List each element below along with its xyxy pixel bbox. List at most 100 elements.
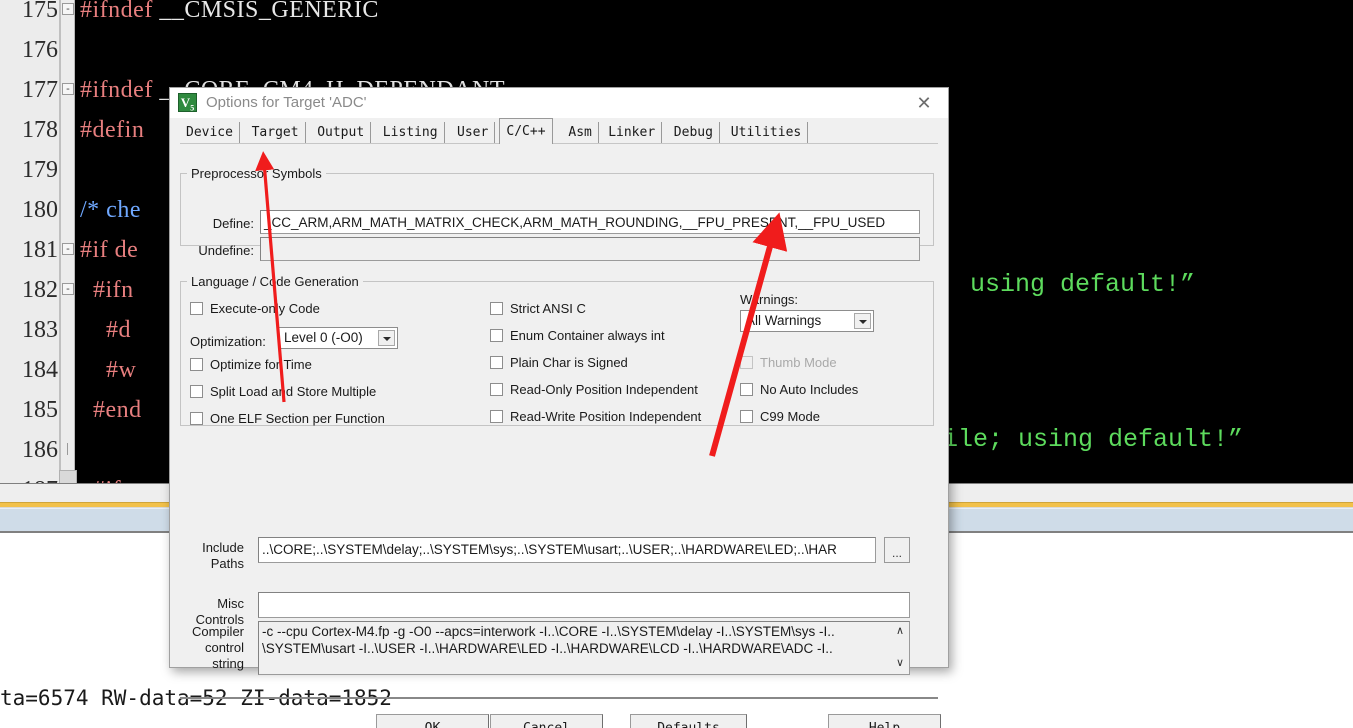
code-token: #end: [80, 397, 142, 423]
language-checkbox-one-elf-section-per-function[interactable]: [190, 412, 203, 425]
language-checkbox-read-write-position-independent[interactable]: [490, 410, 503, 423]
defaults-button[interactable]: Defaults: [630, 714, 747, 728]
optimization-select[interactable]: Level 0 (-O0): [278, 327, 398, 349]
tab-label: Asm: [568, 125, 592, 140]
screen: 175- #ifndef __CMSIS_GENERIC 176 177- #ifnde…: [0, 0, 1353, 728]
tab-label: Target: [251, 125, 299, 140]
dialog-title: Options for Target 'ADC': [206, 94, 367, 111]
tab-label: Debug: [673, 125, 713, 140]
tab-strip: Device Target Output Listing User C/C++ Asm Lin…: [170, 118, 948, 144]
uvision-app-icon: V5: [178, 93, 197, 113]
tab-debug[interactable]: Debug: [668, 122, 720, 144]
language-checkbox-label: One ELF Section per Function: [210, 411, 385, 426]
language-checkbox-optimize-for-time[interactable]: [190, 358, 203, 371]
compiler-control-line1: -c --cpu Cortex-M4.fp -g -O0 --apcs=inte…: [262, 624, 835, 639]
warnings-value: All Warnings: [746, 313, 822, 328]
misc-controls-input[interactable]: [258, 592, 910, 618]
help-button[interactable]: Help: [828, 714, 941, 728]
language-checkbox-split-load-and-store-multiple[interactable]: [190, 385, 203, 398]
language-checkbox-no-auto-includes[interactable]: [740, 383, 753, 396]
language-checkbox-label: Read-Only Position Independent: [510, 382, 698, 397]
tab-user[interactable]: User: [451, 122, 496, 144]
fold-collapse-icon[interactable]: -: [62, 3, 74, 15]
ok-button[interactable]: OK: [376, 714, 489, 728]
chevron-down-icon[interactable]: [854, 313, 871, 329]
cancel-button[interactable]: Cancel: [490, 714, 603, 728]
tab-output[interactable]: Output: [311, 122, 372, 144]
tab-label: Output: [317, 125, 365, 140]
line-number: 182: [22, 277, 58, 303]
fold-collapse-icon[interactable]: -: [62, 243, 74, 255]
code-token: #defin: [80, 117, 145, 143]
line-number: 186: [22, 437, 58, 463]
preprocessor-symbols-group: Preprocessor Symbols: [180, 166, 934, 246]
language-checkbox-label: Strict ANSI C: [510, 301, 586, 316]
code-line: #ifndef __CMSIS_GENERIC: [80, 0, 379, 30]
misc-controls-label-line1: Misc: [217, 596, 244, 611]
language-checkbox-label: Enum Container always int: [510, 328, 665, 343]
code-token: #ifndef: [80, 0, 160, 23]
language-checkbox-strict-ansi-c[interactable]: [490, 302, 503, 315]
code-line: #d: [80, 310, 131, 350]
editor-hscrollbar[interactable]: [59, 470, 77, 484]
include-paths-input[interactable]: ..\CORE;..\SYSTEM\delay;..\SYSTEM\sys;..…: [258, 537, 876, 563]
language-checkbox-enum-container-always-int[interactable]: [490, 329, 503, 342]
language-checkbox-label: Read-Write Position Independent: [510, 409, 702, 424]
tab-target[interactable]: Target: [246, 122, 306, 144]
fold-end-tick: [67, 443, 68, 455]
undefine-input[interactable]: [260, 237, 920, 261]
language-checkbox-label: Plain Char is Signed: [510, 355, 628, 370]
tab-c-c-[interactable]: C/C++: [499, 118, 553, 144]
compiler-scroll-up-icon[interactable]: ∧: [892, 624, 908, 637]
language-checkbox-label: Execute-only Code: [210, 301, 320, 316]
line-number: 180: [22, 197, 58, 223]
language-checkbox-plain-char-is-signed[interactable]: [490, 356, 503, 369]
options-dialog: V5 Options for Target 'ADC' ✕ Device Targ…: [169, 87, 949, 728]
compiler-control-label-line2: control: [204, 640, 244, 655]
tab-device[interactable]: Device: [180, 122, 240, 144]
tab-utilities[interactable]: Utilities: [725, 122, 809, 144]
language-checkbox-thumb-mode: [740, 356, 753, 369]
tab-listing[interactable]: Listing: [377, 122, 445, 144]
dialog-titlebar: V5 Options for Target 'ADC' ✕: [170, 88, 948, 118]
tab-label: Utilities: [730, 125, 802, 140]
language-checkbox-label: C99 Mode: [760, 409, 820, 424]
language-checkbox-c99-mode[interactable]: [740, 410, 753, 423]
language-checkbox-execute-only-code[interactable]: [190, 302, 203, 315]
preprocessor-symbols-legend: Preprocessor Symbols: [191, 166, 322, 181]
code-string-fragment: using default!”: [955, 270, 1196, 299]
button-label: OK: [425, 721, 441, 728]
line-number: 181: [22, 237, 58, 263]
code-line: #defin: [80, 110, 144, 150]
tab-label: Listing: [382, 125, 438, 140]
tab-linker[interactable]: Linker: [602, 122, 663, 144]
undefine-label: Undefine:: [198, 243, 254, 258]
fold-column: [59, 0, 61, 483]
line-number: 179: [22, 157, 58, 183]
code-line: /* che: [80, 190, 141, 230]
compiler-control-string-box[interactable]: -c --cpu Cortex-M4.fp -g -O0 --apcs=inte…: [258, 621, 910, 675]
tab-asm[interactable]: Asm: [562, 122, 599, 144]
include-paths-browse-button[interactable]: ...: [884, 537, 910, 563]
code-token: #d: [80, 317, 131, 343]
button-separator: [180, 697, 938, 699]
warnings-select[interactable]: All Warnings: [740, 310, 874, 332]
code-token: #ifndef: [80, 77, 160, 103]
compiler-scroll-down-icon[interactable]: ∨: [892, 656, 908, 669]
code-line: #if de: [80, 230, 138, 270]
language-code-generation-group: Language / Code Generation: [180, 274, 934, 426]
language-checkbox-read-only-position-independent[interactable]: [490, 383, 503, 396]
define-input[interactable]: _CC_ARM,ARM_MATH_MATRIX_CHECK,ARM_MATH_R…: [260, 210, 920, 234]
code-line: #w: [80, 350, 136, 390]
close-icon[interactable]: ✕: [902, 88, 946, 118]
compiler-control-line2: \SYSTEM\usart -I..\USER -I..\HARDWARE\LE…: [262, 641, 833, 656]
fold-collapse-icon[interactable]: -: [62, 283, 74, 295]
optimization-value: Level 0 (-O0): [284, 330, 363, 345]
optimization-label: Optimization:: [190, 334, 266, 349]
fold-collapse-icon[interactable]: -: [62, 83, 74, 95]
code-token: #w: [80, 357, 137, 383]
button-label: Defaults: [657, 721, 720, 728]
line-number: 183: [22, 317, 58, 343]
define-label: Define:: [212, 216, 254, 231]
chevron-down-icon[interactable]: [378, 330, 395, 346]
